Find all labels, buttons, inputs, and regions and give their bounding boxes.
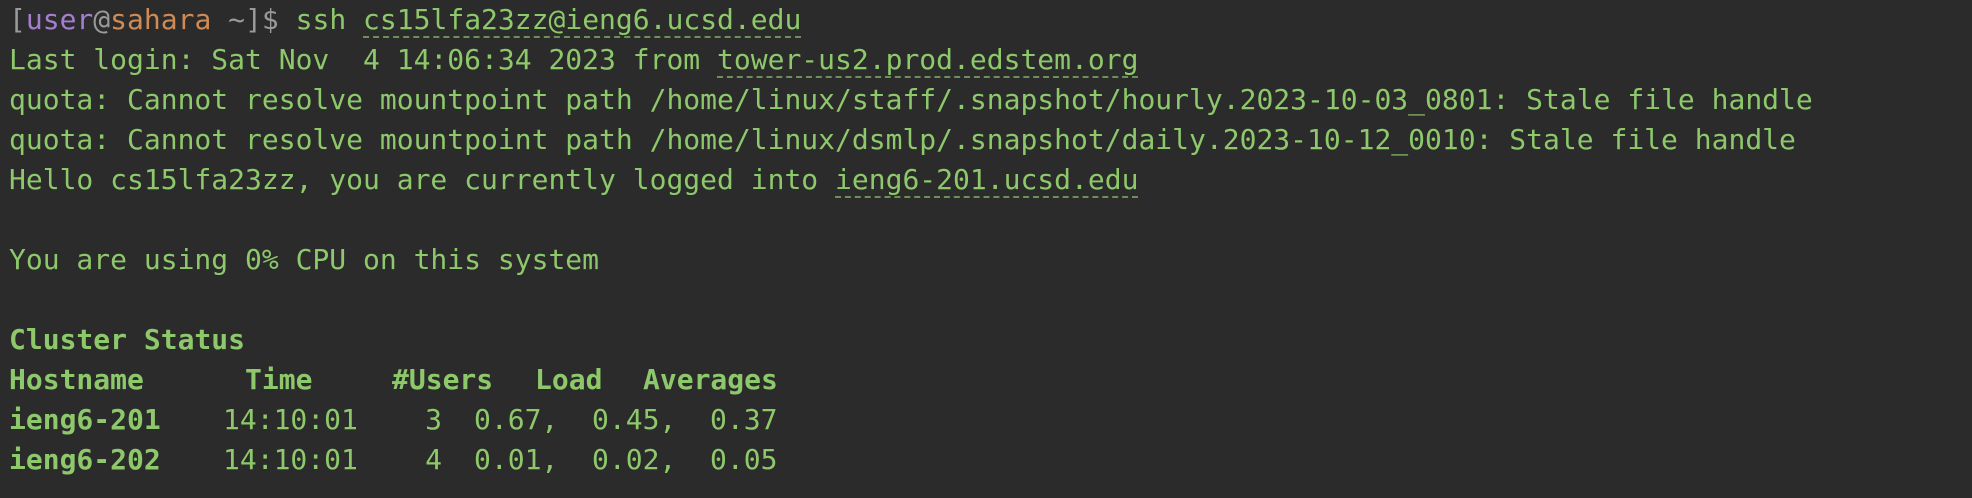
row-load: 0.01, 0.02, 0.05: [474, 443, 778, 476]
header-load: Load: [535, 363, 603, 396]
prompt-command: ssh: [295, 3, 364, 36]
row-hostname: ieng6-202: [9, 443, 161, 476]
prompt-line: [user@sahara ~]$ ssh cs15lfa23zz@ieng6.u…: [9, 0, 1972, 40]
row-hostname: ieng6-201: [9, 403, 161, 436]
cpu-line: You are using 0% CPU on this system: [9, 243, 600, 276]
header-users: #Users: [392, 363, 494, 396]
prompt-close-bracket: ]$: [245, 3, 296, 36]
row-time: 14:10:01: [223, 443, 358, 476]
quota-line-1: quota: Cannot resolve mountpoint path /h…: [9, 83, 1813, 116]
header-hostname: Hostname: [9, 363, 144, 396]
row-load: 0.67, 0.45, 0.37: [474, 403, 778, 436]
row-users: 4: [425, 443, 442, 476]
hello-line: Hello cs15lfa23zz, you are currently log…: [9, 160, 1972, 200]
prompt-open-bracket: [: [9, 3, 26, 36]
header-averages: Averages: [643, 363, 778, 396]
quota-line-2: quota: Cannot resolve mountpoint path /h…: [9, 123, 1796, 156]
last-login-line: Last login: Sat Nov 4 14:06:34 2023 from…: [9, 40, 1972, 80]
ssh-target-link[interactable]: cs15lfa23zz@ieng6.ucsd.edu: [363, 3, 802, 38]
hello-prefix: Hello cs15lfa23zz, you are currently log…: [9, 163, 836, 196]
prompt-at: @: [93, 3, 111, 36]
last-login-prefix: Last login: Sat Nov 4 14:06:34 2023 from: [9, 43, 718, 76]
prompt-host: sahara: [110, 3, 212, 36]
table-row: ieng6-201 14:10:01 3 0.67, 0.45, 0.37: [9, 400, 1972, 440]
row-time: 14:10:01: [223, 403, 358, 436]
row-users: 3: [425, 403, 442, 436]
logged-host-link[interactable]: ieng6-201.ucsd.edu: [835, 163, 1139, 198]
cluster-status-title: Cluster Status: [9, 323, 246, 356]
prompt-user: user: [25, 3, 94, 36]
prompt-path: ~: [211, 3, 246, 36]
cluster-header-row: Hostname Time #Users Load Averages: [9, 360, 1972, 400]
terminal-window[interactable]: [user@sahara ~]$ ssh cs15lfa23zz@ieng6.u…: [0, 0, 1972, 498]
table-row: ieng6-202 14:10:01 4 0.01, 0.02, 0.05: [9, 440, 1972, 480]
login-from-host-link[interactable]: tower-us2.prod.edstem.org: [717, 43, 1139, 78]
header-time: Time: [245, 363, 313, 396]
